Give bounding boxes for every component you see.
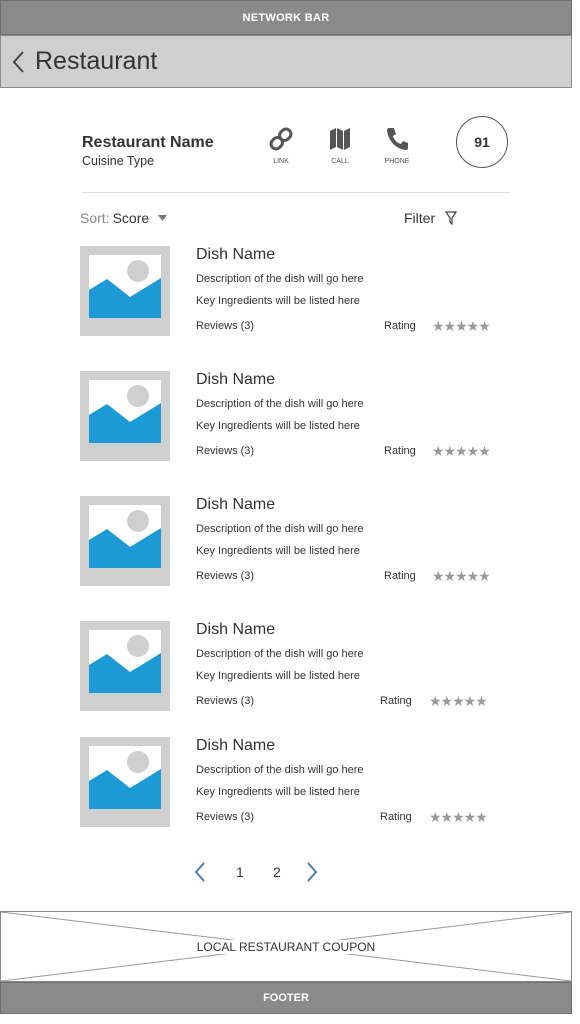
star-rating: ★★★★★	[432, 568, 491, 584]
footer-label: FOOTER	[263, 992, 309, 1004]
score-value: 91	[474, 134, 490, 150]
image-placeholder-icon	[80, 496, 170, 586]
dish-description: Description of the dish will go here	[196, 398, 364, 410]
image-placeholder-icon	[80, 621, 170, 711]
link-label: LINK	[273, 158, 289, 165]
phone-label: PHONE	[384, 158, 410, 165]
list-item[interactable]: Dish Name Description of the dish will g…	[80, 496, 510, 586]
map-icon	[330, 128, 350, 150]
link-button[interactable]: LINK	[261, 126, 301, 165]
app-header: Restaurant	[0, 35, 572, 88]
dish-description: Description of the dish will go here	[196, 648, 364, 660]
dish-description: Description of the dish will go here	[196, 764, 364, 776]
coupon-label-wrap: LOCAL RESTAURANT COUPON	[1, 912, 571, 981]
list-item[interactable]: Dish Name Description of the dish will g…	[80, 246, 510, 336]
reviews-link[interactable]: Reviews (3)	[196, 570, 254, 582]
dish-ingredients: Key Ingredients will be listed here	[196, 295, 360, 307]
phone-button[interactable]: PHONE	[377, 126, 417, 165]
rating-label: Rating	[384, 570, 416, 582]
filter-button[interactable]: Filter	[404, 210, 458, 226]
call-label: CALL	[331, 158, 349, 165]
filter-icon	[445, 211, 458, 225]
dish-ingredients: Key Ingredients will be listed here	[196, 786, 360, 798]
call-button[interactable]: CALL	[320, 126, 360, 165]
chevron-right-icon[interactable]	[306, 862, 318, 882]
rating-label: Rating	[384, 445, 416, 457]
image-placeholder-icon	[80, 371, 170, 461]
rating-label: Rating	[384, 320, 416, 332]
reviews-link[interactable]: Reviews (3)	[196, 445, 254, 457]
dish-name: Dish Name	[196, 496, 276, 513]
image-placeholder-icon	[80, 737, 170, 827]
reviews-link[interactable]: Reviews (3)	[196, 811, 254, 823]
sort-label: Sort:	[80, 210, 110, 226]
footer: FOOTER	[0, 982, 572, 1014]
coupon-banner[interactable]: LOCAL RESTAURANT COUPON	[0, 911, 572, 982]
dish-name: Dish Name	[196, 621, 276, 638]
score-badge: 91	[456, 116, 508, 168]
reviews-link[interactable]: Reviews (3)	[196, 695, 254, 707]
dish-name: Dish Name	[196, 737, 276, 754]
sort-dropdown[interactable]: Sort: Score	[80, 210, 168, 226]
rating-label: Rating	[380, 811, 412, 823]
network-bar: NETWORK BAR	[0, 0, 572, 35]
rating-label: Rating	[380, 695, 412, 707]
page-1-link[interactable]: 1	[236, 864, 244, 880]
dish-description: Description of the dish will go here	[196, 523, 364, 535]
page-title: Restaurant	[35, 47, 158, 75]
list-item[interactable]: Dish Name Description of the dish will g…	[80, 371, 510, 461]
caret-down-icon	[158, 215, 168, 221]
page-2-link[interactable]: 2	[273, 864, 281, 880]
chevron-left-icon[interactable]	[194, 862, 206, 882]
list-item[interactable]: Dish Name Description of the dish will g…	[80, 737, 510, 827]
restaurant-name: Restaurant Name	[82, 134, 214, 151]
divider	[82, 192, 510, 193]
star-rating: ★★★★★	[429, 693, 488, 709]
phone-icon	[387, 128, 408, 150]
sort-value: Score	[112, 210, 150, 226]
dish-ingredients: Key Ingredients will be listed here	[196, 545, 360, 557]
star-rating: ★★★★★	[429, 809, 488, 825]
dish-description: Description of the dish will go here	[196, 273, 364, 285]
dish-ingredients: Key Ingredients will be listed here	[196, 420, 360, 432]
star-rating: ★★★★★	[432, 318, 491, 334]
dish-name: Dish Name	[196, 246, 276, 263]
network-bar-label: NETWORK BAR	[242, 11, 330, 24]
link-icon	[269, 127, 293, 151]
chevron-left-icon[interactable]	[11, 47, 33, 77]
star-rating: ★★★★★	[432, 443, 491, 459]
dish-name: Dish Name	[196, 371, 276, 388]
filter-label: Filter	[404, 210, 436, 226]
image-placeholder-icon	[80, 246, 170, 336]
dish-ingredients: Key Ingredients will be listed here	[196, 670, 360, 682]
reviews-link[interactable]: Reviews (3)	[196, 320, 254, 332]
coupon-label: LOCAL RESTAURANT COUPON	[192, 939, 380, 954]
cuisine-type: Cuisine Type	[82, 154, 155, 168]
list-item[interactable]: Dish Name Description of the dish will g…	[80, 621, 510, 711]
restaurant-info: Restaurant Name Cuisine Type	[82, 134, 214, 168]
